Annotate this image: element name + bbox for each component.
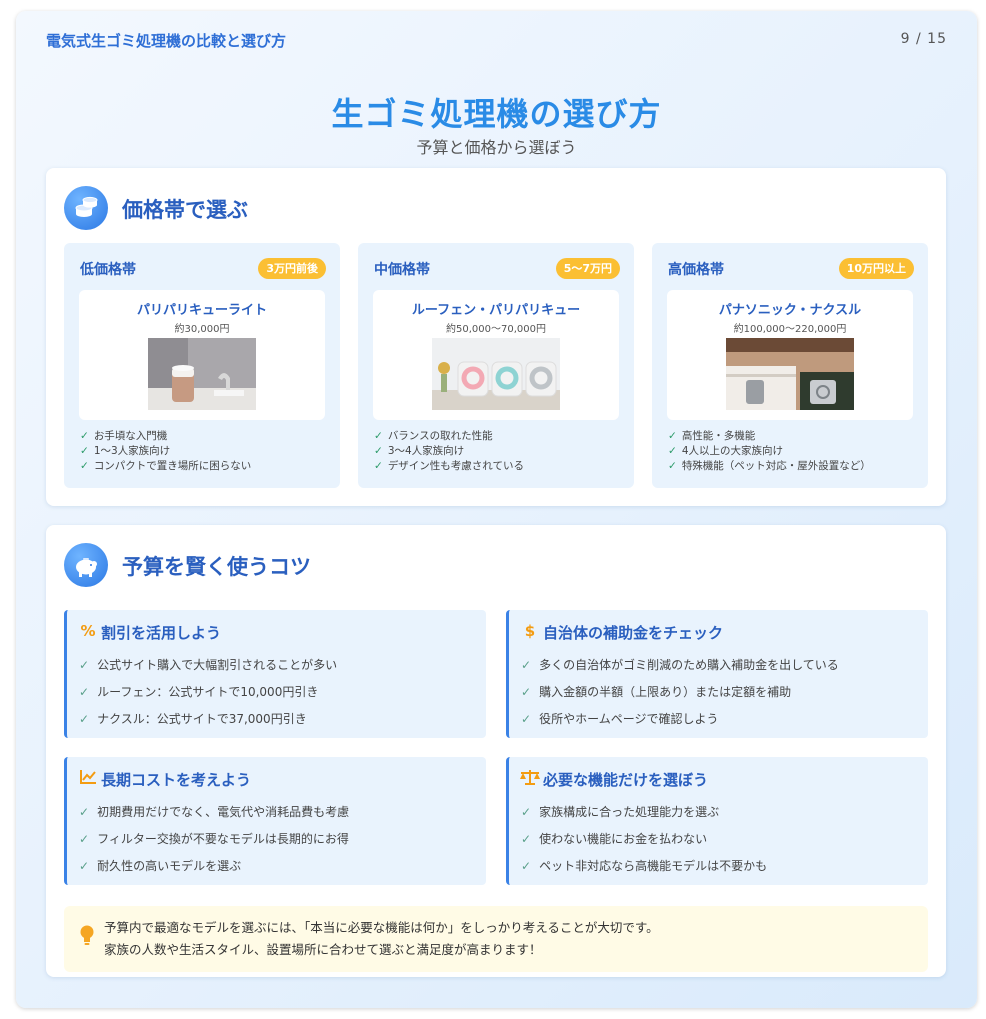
product-price: 約30,000円 bbox=[174, 324, 230, 335]
tip-item: ✓ ペット非対応なら高機能モデルは不要かも bbox=[521, 859, 768, 873]
product-box: パリパリキューライト 約30,000円 bbox=[79, 290, 325, 420]
tier-high: 高価格帯 10万円以上 パナソニック・ナクスル 約100,000～220,000… bbox=[652, 243, 928, 488]
tip-item: ✓ ルーフェン：公式サイトで10,000円引き bbox=[79, 685, 319, 699]
lightbulb-icon bbox=[80, 925, 94, 947]
product-image bbox=[432, 338, 560, 410]
tip-discount: % 割引を活用しよう ✓ 公式サイト購入で大幅割引されることが多い ✓ ルーフェン：… bbox=[64, 610, 486, 738]
deck-title: 電気式生ゴミ処理機の比較と選び方 bbox=[46, 32, 287, 50]
budget-section-title: 予算を賢く使うコツ bbox=[122, 555, 311, 579]
slide: 電気式生ゴミ処理機の比較と選び方 9 / 15 生ゴミ処理機の選び方 予算と価格… bbox=[16, 11, 977, 1008]
feature-item: ✓ 4人以上の大家族向け bbox=[668, 445, 783, 457]
feature-item: ✓ 3～4人家族向け bbox=[374, 445, 465, 457]
tier-mid: 中価格帯 5～7万円 ルーフェン・パリパリキュー 約50,000～70,000円 bbox=[358, 243, 634, 488]
tip-item: ✓ 使わない機能にお金を払わない bbox=[521, 832, 708, 846]
advice-line: 予算内で最適なモデルを選ぶには、「本当に必要な機能は何か」をしっかり考えることが… bbox=[104, 920, 659, 935]
feature-item: ✓ 1～3人家族向け bbox=[80, 445, 171, 457]
scale-icon bbox=[519, 769, 541, 789]
product-name: ルーフェン・パリパリキュー bbox=[411, 303, 581, 318]
product-image bbox=[148, 338, 256, 410]
tier-name: 低価格帯 bbox=[80, 262, 136, 278]
tip-long-term-cost: 長期コストを考えよう ✓ 初期費用だけでなく、電気代や消耗品費も考慮 ✓ フィルター… bbox=[64, 757, 486, 885]
advice-line: 家族の人数や生活スタイル、設置場所に合わせて選ぶと満足度が高まります！ bbox=[104, 942, 542, 957]
advice-text: 予算内で最適なモデルを選ぶには、「本当に必要な機能は何か」をしっかり考えることが… bbox=[104, 917, 659, 961]
tip-title: 割引を活用しよう bbox=[101, 624, 222, 642]
tip-item: ✓ フィルター交換が不要なモデルは長期的にお得 bbox=[79, 832, 349, 846]
tier-low: 低価格帯 3万円前後 パリパリキューライト 約30,000円 ✓ お手頃な入門機… bbox=[64, 243, 340, 488]
tip-item: ✓ 家族構成に合った処理能力を選ぶ bbox=[521, 805, 720, 819]
feature-item: ✓ バランスの取れた性能 bbox=[374, 430, 493, 442]
tip-list: ✓ 多くの自治体がゴミ削減のため購入補助金を出している ✓ 購入金額の半額（上限あり… bbox=[521, 652, 839, 733]
tip-title: 必要な機能だけを選ぼう bbox=[543, 771, 709, 789]
price-section-title: 価格帯で選ぶ bbox=[122, 198, 248, 222]
piggy-bank-icon bbox=[64, 543, 108, 587]
tip-list: ✓ 家族構成に合った処理能力を選ぶ ✓ 使わない機能にお金を払わない ✓ ペット非対応… bbox=[521, 799, 767, 880]
tip-item: ✓ 購入金額の半額（上限あり）または定額を補助 bbox=[521, 685, 792, 699]
tier-name: 中価格帯 bbox=[374, 262, 430, 278]
tier-name: 高価格帯 bbox=[668, 262, 724, 278]
tip-subsidy: $ 自治体の補助金をチェック ✓ 多くの自治体がゴミ削減のため購入補助金を出してい… bbox=[506, 610, 928, 738]
tip-title: 長期コストを考えよう bbox=[101, 771, 252, 789]
price-section-card: 価格帯で選ぶ 低価格帯 3万円前後 パリパリキューライト 約30,000円 ✓ … bbox=[46, 168, 946, 506]
product-image bbox=[726, 338, 854, 410]
product-name: パリパリキューライト bbox=[136, 303, 267, 318]
tip-title: 自治体の補助金をチェック bbox=[543, 624, 724, 642]
product-name: パナソニック・ナクスル bbox=[718, 303, 862, 318]
tip-item: ✓ 初期費用だけでなく、電気代や消耗品費も考慮 bbox=[79, 805, 350, 819]
top-bar: 電気式生ゴミ処理機の比較と選び方 9 / 15 bbox=[46, 30, 947, 52]
product-price: 約100,000～220,000円 bbox=[733, 324, 847, 335]
tip-necessary-features: 必要な機能だけを選ぼう ✓ 家族構成に合った処理能力を選ぶ ✓ 使わない機能にお金を… bbox=[506, 757, 928, 885]
feature-list: ✓ お手頃な入門機 ✓ 1～3人家族向け ✓ コンパクトで置き場所に困らない bbox=[80, 429, 251, 474]
tip-item: ✓ ナクスル：公式サイトで37,000円引き bbox=[79, 712, 307, 726]
tip-list: ✓ 初期費用だけでなく、電気代や消耗品費も考慮 ✓ フィルター交換が不要なモデルは長… bbox=[79, 799, 349, 880]
feature-item: ✓ お手頃な入門機 bbox=[80, 430, 168, 442]
chart-line-icon bbox=[77, 769, 99, 789]
tip-item: ✓ 公式サイト購入で大幅割引されることが多い bbox=[79, 658, 338, 672]
percent-icon: % bbox=[80, 622, 96, 640]
hand-coin-icon: $ bbox=[524, 622, 536, 640]
feature-item: ✓ コンパクトで置き場所に困らない bbox=[80, 460, 252, 472]
product-box: ルーフェン・パリパリキュー 約50,000～70,000円 bbox=[373, 290, 619, 420]
advice-note: 予算内で最適なモデルを選ぶには、「本当に必要な機能は何か」をしっかり考えることが… bbox=[64, 906, 928, 972]
feature-item: ✓ デザイン性も考慮されている bbox=[374, 460, 524, 472]
tip-item: ✓ 多くの自治体がゴミ削減のため購入補助金を出している bbox=[521, 658, 839, 672]
tip-list: ✓ 公式サイト購入で大幅割引されることが多い ✓ ルーフェン：公式サイトで10,00… bbox=[79, 652, 337, 733]
price-badge: 5～7万円 bbox=[555, 258, 620, 279]
feature-item: ✓ 高性能・多機能 bbox=[668, 430, 756, 442]
product-price: 約50,000～70,000円 bbox=[446, 324, 546, 335]
tip-item: ✓ 役所やホームページで確認しよう bbox=[521, 712, 719, 726]
feature-list: ✓ バランスの取れた性能 ✓ 3～4人家族向け ✓ デザイン性も考慮されている bbox=[374, 429, 524, 474]
product-box: パナソニック・ナクスル 約100,000～220,000円 bbox=[667, 290, 913, 420]
feature-item: ✓ 特殊機能（ペット対応・屋外設置など） bbox=[668, 460, 871, 472]
page-indicator: 9 / 15 bbox=[900, 31, 947, 47]
price-badge: 3万円前後 bbox=[258, 258, 326, 279]
price-badge: 10万円以上 bbox=[838, 258, 914, 279]
feature-list: ✓ 高性能・多機能 ✓ 4人以上の大家族向け ✓ 特殊機能（ペット対応・屋外設置など） bbox=[668, 429, 871, 474]
coins-icon bbox=[64, 186, 108, 230]
page-title: 生ゴミ処理機の選び方 bbox=[331, 95, 662, 133]
page-subtitle: 予算と価格から選ぼう bbox=[416, 138, 577, 157]
tip-item: ✓ 耐久性の高いモデルを選ぶ bbox=[79, 859, 242, 873]
budget-section-card: 予算を賢く使うコツ % 割引を活用しよう ✓ 公式サイト購入で大幅割引されることが… bbox=[46, 525, 946, 977]
